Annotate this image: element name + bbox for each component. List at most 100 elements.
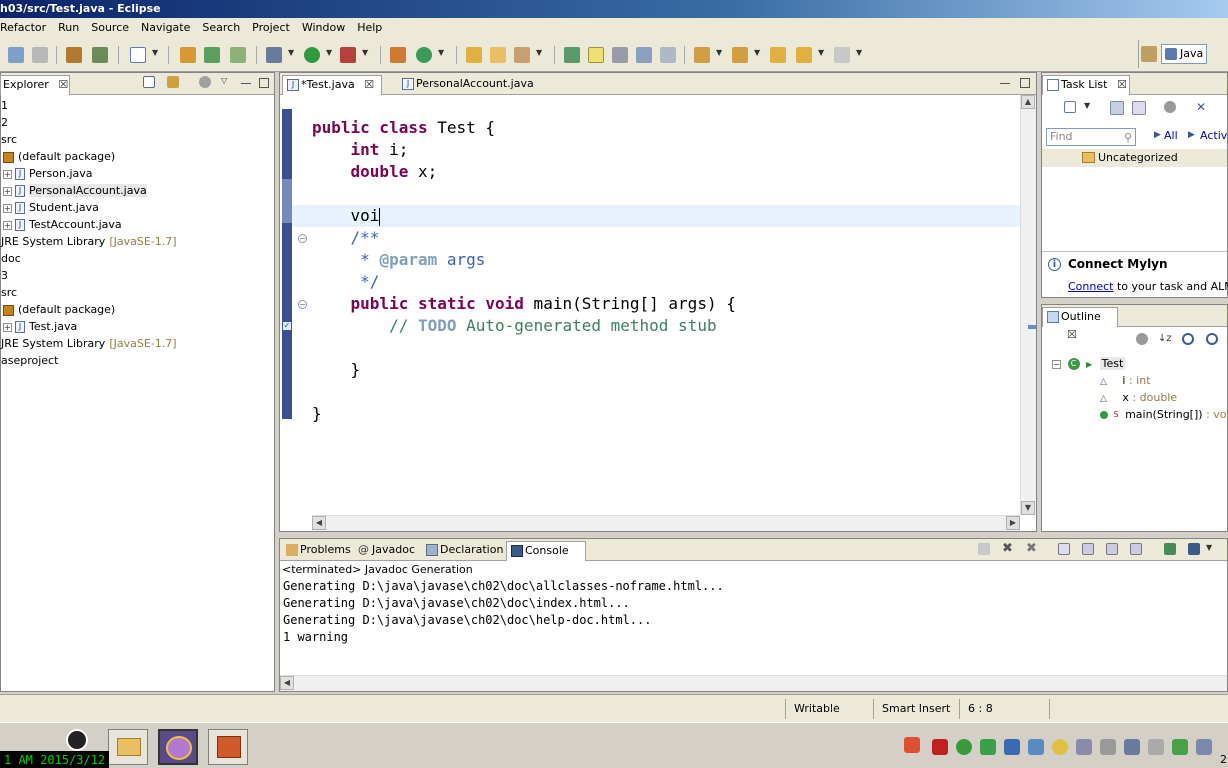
console-horizontal-scrollbar[interactable]: ◀	[280, 675, 1227, 691]
expand-tree-icon[interactable]: +	[3, 186, 12, 196]
forward-icon[interactable]	[834, 47, 850, 63]
back-icon[interactable]	[796, 47, 812, 63]
open-folder-icon[interactable]	[466, 47, 482, 63]
filter-icon[interactable]	[199, 76, 211, 88]
chevron-down-icon[interactable]: ▼	[288, 48, 294, 57]
explorer-tree-item[interactable]: (default package)	[1, 148, 115, 165]
previous-annotation-icon[interactable]	[732, 47, 748, 63]
explorer-tree-item[interactable]: JRE System Library [JavaSE-1.7]	[1, 335, 177, 352]
tray-grid-icon[interactable]	[1004, 739, 1020, 755]
chevron-down-icon[interactable]: ▼	[326, 48, 332, 57]
powerpoint-taskbar-button[interactable]	[208, 729, 248, 765]
tab-personalaccount-java[interactable]: J PersonalAccount.java	[398, 75, 538, 95]
volume-icon[interactable]	[1100, 739, 1116, 755]
scroll-down-arrow[interactable]: ▼	[1021, 501, 1035, 515]
connect-link[interactable]: Connect	[1068, 280, 1113, 293]
new-package-icon[interactable]	[180, 47, 196, 63]
fold-collapse-icon[interactable]: −	[298, 300, 307, 309]
scroll-up-arrow[interactable]: ▲	[1021, 95, 1035, 109]
explorer-taskbar-button[interactable]	[108, 729, 148, 765]
maximize-icon[interactable]	[259, 78, 269, 88]
task-find-input[interactable]: Find ⚲	[1046, 128, 1136, 146]
last-edit-icon[interactable]	[770, 47, 786, 63]
new-class-icon[interactable]	[204, 47, 220, 63]
refresh-icon[interactable]	[416, 47, 432, 63]
collapse-tree-icon[interactable]: −	[1052, 359, 1061, 369]
menu-search[interactable]: Search	[196, 18, 246, 38]
print-icon[interactable]	[32, 47, 48, 63]
explorer-tree-item[interactable]: + J Person.java	[3, 165, 93, 182]
new-interface-icon[interactable]	[230, 47, 246, 63]
close-icon[interactable]: ☒	[364, 78, 374, 91]
tray-monitor-icon[interactable]	[1124, 739, 1140, 755]
explorer-tree-item[interactable]: + J PersonalAccount.java	[3, 182, 147, 199]
activate-task-link[interactable]: Activa	[1200, 129, 1228, 142]
pilcrow-icon[interactable]	[660, 47, 676, 63]
editor-horizontal-scrollbar[interactable]: ◀ ▶	[312, 515, 1020, 531]
new-task-icon[interactable]	[1064, 101, 1076, 113]
explorer-tree-item[interactable]: src	[1, 131, 17, 148]
scroll-lock-icon[interactable]	[1082, 543, 1094, 555]
server-icon[interactable]	[92, 47, 108, 63]
folder-icon[interactable]	[490, 47, 506, 63]
explorer-tree-item[interactable]: 2	[1, 114, 8, 131]
expand-tree-icon[interactable]: +	[3, 203, 12, 213]
chevron-down-icon[interactable]: ▼	[856, 48, 862, 57]
close-icon[interactable]: ☒	[58, 78, 68, 91]
chevron-down-icon[interactable]: ▼	[1084, 101, 1090, 110]
next-annotation-icon[interactable]	[694, 47, 710, 63]
expand-tree-icon[interactable]: +	[3, 322, 12, 332]
editor-vertical-scrollbar[interactable]: ▲ ▼	[1020, 95, 1036, 515]
open-perspective-icon[interactable]	[1141, 46, 1157, 62]
tray-network-icon[interactable]	[1028, 739, 1044, 755]
eclipse-taskbar-button[interactable]	[158, 729, 198, 765]
terminate-icon[interactable]	[978, 543, 990, 555]
expand-tree-icon[interactable]: +	[3, 169, 12, 179]
pin-console-icon[interactable]	[1164, 543, 1176, 555]
tray-weather-icon[interactable]	[1052, 739, 1068, 755]
explorer-tree-item[interactable]: 1	[1, 97, 8, 114]
sort-icon[interactable]: ↓z	[1158, 332, 1172, 346]
categorized-icon[interactable]	[1110, 101, 1124, 115]
chevron-down-icon[interactable]: ▼	[362, 48, 368, 57]
expand-tree-icon[interactable]: +	[3, 220, 12, 230]
save-all-icon[interactable]	[8, 47, 24, 63]
remove-all-icon[interactable]: ✖	[1026, 542, 1038, 555]
code-area[interactable]: public class Test { int i; double x; voi…	[292, 95, 1020, 515]
tab-outline[interactable]: Outline ☒	[1042, 307, 1118, 341]
menu-run[interactable]: Run	[52, 18, 85, 38]
tab-test-java[interactable]: J *Test.java ☒	[282, 75, 382, 95]
explorer-tree-item[interactable]: + J Student.java	[3, 199, 99, 216]
tray-device-icon[interactable]	[1148, 739, 1164, 755]
brush-icon[interactable]	[514, 47, 530, 63]
open-type-icon[interactable]	[390, 47, 406, 63]
run-icon[interactable]	[304, 47, 320, 63]
tab-problems[interactable]: Problems	[282, 541, 352, 561]
explorer-tree-item[interactable]: 3	[1, 267, 8, 284]
display-console-icon[interactable]	[1188, 543, 1200, 555]
outline-class-row[interactable]: − C ▶ Test	[1052, 355, 1126, 372]
chevron-down-icon[interactable]: ▼	[754, 48, 760, 57]
chevron-down-icon[interactable]: ▼	[1206, 543, 1212, 552]
scroll-left-arrow[interactable]: ◀	[312, 516, 326, 530]
view-menu-icon[interactable]: ▽	[221, 76, 227, 85]
tray-check-icon[interactable]	[1172, 739, 1188, 755]
chevron-down-icon[interactable]: ▼	[152, 48, 158, 57]
sogou-icon[interactable]	[904, 737, 920, 753]
show-whitespace-icon[interactable]	[612, 47, 628, 63]
menu-source[interactable]: Source	[85, 18, 135, 38]
build-icon[interactable]	[66, 47, 82, 63]
explorer-tree-item[interactable]: aseproject	[1, 352, 58, 369]
hide-completed-icon[interactable]	[1164, 101, 1176, 113]
chevron-down-icon[interactable]: ▼	[438, 48, 444, 57]
maximize-icon[interactable]	[1020, 78, 1030, 88]
menu-navigate[interactable]: Navigate	[135, 18, 196, 38]
highlight-icon[interactable]	[588, 47, 604, 63]
minimize-icon[interactable]	[1000, 78, 1010, 84]
scroll-right-arrow[interactable]: ▶	[1006, 516, 1020, 530]
scheduled-icon[interactable]	[1132, 101, 1146, 115]
chevron-down-icon[interactable]: ▼	[716, 48, 722, 57]
task-icon[interactable]	[130, 47, 146, 63]
external-tools-icon[interactable]	[340, 47, 356, 63]
fold-collapse-icon[interactable]: −	[298, 234, 307, 243]
